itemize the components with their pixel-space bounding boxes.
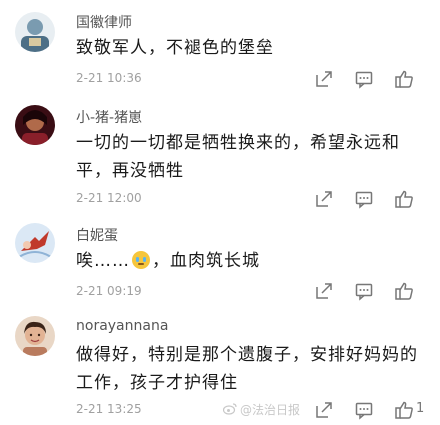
avatar[interactable] bbox=[15, 105, 55, 145]
comment-actions bbox=[314, 281, 434, 301]
watermark-text: @法治日报 bbox=[240, 403, 301, 417]
comment-actions: 1 bbox=[314, 400, 434, 420]
comment-item: 白妮蛋 唉…… ，血肉筑长城 2-21 09:19 bbox=[0, 215, 440, 310]
comment-line: 做得好，特别是那个遗腹子，安排好妈妈的 bbox=[76, 345, 418, 365]
comment-time: 2-21 12:00 bbox=[76, 191, 142, 205]
comment-icon[interactable] bbox=[354, 400, 374, 420]
comment-text: 致敬军人，不褪色的堡垒 bbox=[76, 34, 426, 62]
comment-item: 国徽律师 致敬军人，不褪色的堡垒 2-21 10:36 bbox=[0, 0, 440, 95]
thumbs-up-icon[interactable] bbox=[394, 281, 414, 301]
comment-icon[interactable] bbox=[354, 69, 374, 89]
comment-line: 一切的一切都是牺牲换来的，希望永远和 bbox=[76, 133, 400, 153]
comment-line: 工作，孩子才护得住 bbox=[76, 373, 238, 393]
username[interactable]: norayannana bbox=[76, 318, 168, 334]
thumbs-up-icon[interactable] bbox=[394, 400, 414, 420]
watermark: @法治日报 bbox=[222, 401, 301, 418]
comment-text: 做得好，特别是那个遗腹子，安排好妈妈的 工作，孩子才护得住 bbox=[76, 341, 426, 397]
username[interactable]: 国徽律师 bbox=[76, 12, 132, 32]
crying-face-icon bbox=[132, 251, 150, 269]
username[interactable]: 白妮蛋 bbox=[76, 225, 118, 245]
comment-item: 小-猪-猪崽 一切的一切都是牺牲换来的，希望永远和 平，再没牺牲 2-21 12… bbox=[0, 95, 440, 215]
comment-text: 唉…… ，血肉筑长城 bbox=[76, 247, 426, 275]
comment-line: 唉…… ，血肉筑长城 bbox=[76, 247, 426, 275]
comment-line: 致敬军人，不褪色的堡垒 bbox=[76, 38, 274, 58]
avatar[interactable] bbox=[15, 223, 55, 263]
avatar[interactable] bbox=[15, 316, 55, 356]
share-icon[interactable] bbox=[314, 189, 334, 209]
comment-line: 平，再没牺牲 bbox=[76, 161, 184, 181]
thumbs-up-icon[interactable] bbox=[394, 189, 414, 209]
comment-text: 一切的一切都是牺牲换来的，希望永远和 平，再没牺牲 bbox=[76, 129, 426, 185]
thumbs-up-icon[interactable] bbox=[394, 69, 414, 89]
comment-time: 2-21 13:25 bbox=[76, 402, 142, 416]
avatar[interactable] bbox=[15, 12, 55, 52]
username[interactable]: 小-猪-猪崽 bbox=[76, 107, 142, 127]
comment-icon[interactable] bbox=[354, 281, 374, 301]
comment-time: 2-21 10:36 bbox=[76, 71, 142, 85]
share-icon[interactable] bbox=[314, 281, 334, 301]
comment-actions bbox=[314, 189, 434, 209]
comment-item: norayannana 做得好，特别是那个遗腹子，安排好妈妈的 工作，孩子才护得… bbox=[0, 310, 440, 425]
share-icon[interactable] bbox=[314, 69, 334, 89]
comment-text-prefix: 唉…… bbox=[76, 251, 130, 271]
share-icon[interactable] bbox=[314, 400, 334, 420]
comment-actions bbox=[314, 69, 434, 89]
weibo-logo-icon bbox=[222, 403, 237, 415]
comment-time: 2-21 09:19 bbox=[76, 284, 142, 298]
comment-text-suffix: ，血肉筑长城 bbox=[152, 251, 260, 271]
comment-icon[interactable] bbox=[354, 189, 374, 209]
like-count: 1 bbox=[416, 401, 425, 416]
